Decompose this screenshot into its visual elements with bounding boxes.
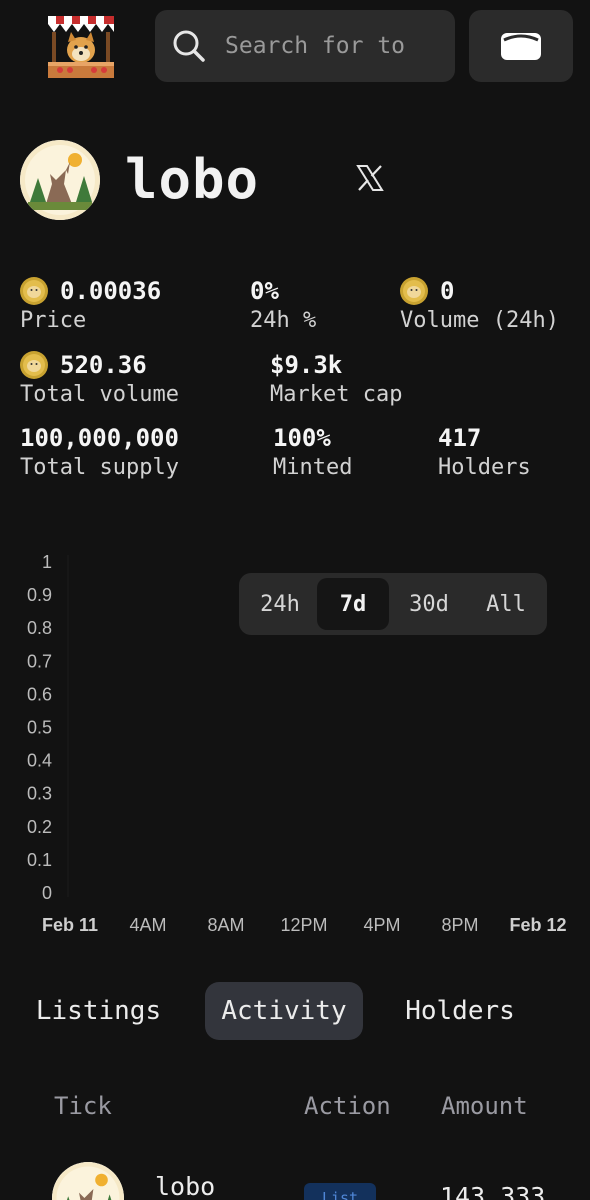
y-tick-label: 0.4 — [27, 751, 52, 771]
doge-market-logo[interactable] — [44, 12, 118, 82]
minted-label: Minted — [273, 455, 353, 480]
x-icon — [356, 165, 384, 191]
holders-value: 417 — [438, 424, 482, 452]
column-header-amount: Amount — [441, 1092, 528, 1120]
doge-coin-icon — [20, 351, 48, 379]
holders-label: Holders — [438, 455, 531, 480]
y-tick-label: 0.5 — [27, 718, 52, 738]
stat-total-supply: 100,000,000 Total supply — [20, 423, 179, 480]
row-action-badge: List — [304, 1183, 376, 1200]
x-tick-label: 8PM — [441, 915, 478, 935]
change-label: 24h % — [250, 308, 317, 333]
tab-activity[interactable]: Activity — [205, 982, 363, 1040]
y-tick-label: 0.2 — [27, 817, 52, 837]
range-option-24h[interactable]: 24h — [243, 578, 317, 630]
supply-value: 100,000,000 — [20, 424, 179, 452]
range-option-all[interactable]: All — [469, 578, 543, 630]
y-tick-label: 0.3 — [27, 784, 52, 804]
stat-volume-24h: 0 Volume (24h) — [400, 276, 559, 333]
howling-wolf-avatar — [20, 140, 100, 220]
stat-24h-change: 0% 24h % — [250, 276, 316, 333]
wallet-button[interactable] — [469, 10, 573, 82]
tab-holders[interactable]: Holders — [388, 982, 532, 1040]
y-tick-label: 0.1 — [27, 850, 52, 870]
x-tick-label: 4AM — [129, 915, 166, 935]
range-option-7d[interactable]: 7d — [317, 578, 389, 630]
x-tick-label: Feb 12 — [509, 915, 566, 935]
total-volume-label: Total volume — [20, 382, 179, 407]
search-input[interactable] — [225, 33, 455, 59]
x-tick-label: Feb 11 — [42, 915, 98, 935]
howling-wolf-avatar — [52, 1162, 124, 1200]
stat-price: 0.00036 Price — [20, 276, 161, 333]
column-header-tick: Tick — [54, 1092, 112, 1120]
minted-value: 100% — [273, 424, 331, 452]
row-amount: 143,333 — [440, 1182, 546, 1200]
token-avatar — [20, 140, 100, 220]
stat-minted: 100% Minted — [273, 423, 352, 480]
y-tick-label: 0 — [42, 883, 52, 903]
stat-market-cap: $9.3k Market cap — [270, 350, 402, 407]
volume24-value: 0 — [440, 277, 455, 305]
x-tick-label: 12PM — [280, 915, 327, 935]
doge-coin-icon — [20, 277, 48, 305]
change-value: 0% — [250, 277, 279, 305]
wallet-icon — [501, 33, 541, 60]
stat-holders: 417 Holders — [438, 423, 531, 480]
y-tick-label: 0.9 — [27, 585, 52, 605]
range-option-30d[interactable]: 30d — [389, 578, 469, 630]
row-token-avatar — [52, 1162, 124, 1200]
y-tick-label: 0.6 — [27, 684, 52, 704]
y-tick-label: 1 — [42, 552, 52, 572]
y-tick-label: 0.8 — [27, 618, 52, 638]
y-tick-label: 0.7 — [27, 651, 52, 671]
x-tick-label: 4PM — [363, 915, 400, 935]
doge-coin-icon — [400, 277, 428, 305]
price-label: Price — [20, 308, 87, 333]
search-icon — [173, 30, 205, 62]
time-range-selector: 24h 7d 30d All — [239, 573, 547, 635]
stat-total-volume: 520.36 Total volume — [20, 350, 179, 407]
supply-label: Total supply — [20, 455, 179, 480]
section-tabs: Listings Activity Holders — [20, 982, 570, 1040]
row-tick: lobo — [155, 1172, 216, 1200]
x-social-link[interactable] — [352, 160, 388, 196]
market-cap-label: Market cap — [270, 382, 403, 407]
column-header-action: Action — [304, 1092, 391, 1120]
search-bar[interactable] — [155, 10, 455, 82]
total-volume-value: 520.36 — [60, 351, 147, 379]
token-name: lobo — [125, 148, 260, 211]
market-cap-value: $9.3k — [270, 351, 343, 379]
tab-listings[interactable]: Listings — [20, 982, 177, 1040]
price-value: 0.00036 — [60, 277, 162, 305]
x-tick-label: 8AM — [207, 915, 244, 935]
volume24-label: Volume (24h) — [400, 308, 559, 333]
